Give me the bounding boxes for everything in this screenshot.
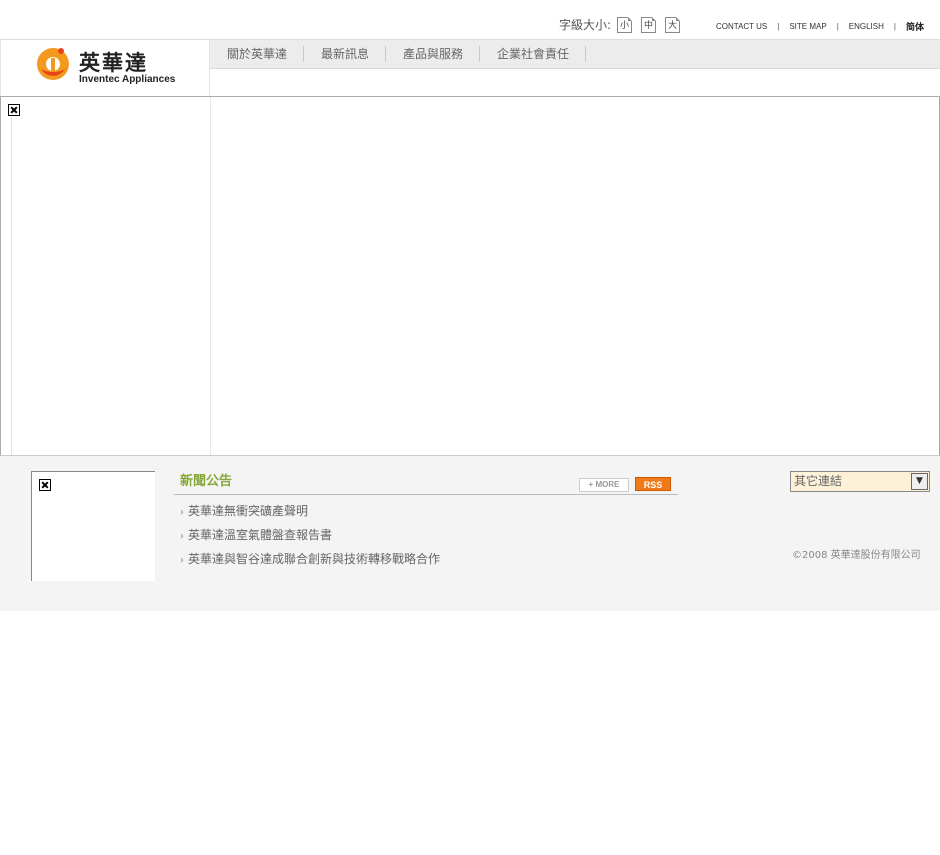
site-map-link[interactable]: SITE MAP — [789, 22, 826, 31]
other-links-select[interactable]: 其它連結 ▼ — [790, 471, 930, 492]
nav-item-about[interactable]: 關於英華達 — [210, 40, 305, 68]
chevron-right-icon: › — [180, 507, 184, 518]
font-size-control: 字級大小: 小 中 大 — [559, 16, 689, 34]
footer-image[interactable] — [31, 471, 155, 581]
top-utility-bar: 字級大小: 小 中 大 CONTACT US | SITE MAP | ENGL… — [0, 0, 940, 39]
nav-item-news[interactable]: 最新訊息 — [304, 40, 387, 68]
english-link[interactable]: ENGLISH — [849, 22, 884, 31]
logo[interactable]: 英華達 Inventec Appliances — [0, 40, 210, 96]
broken-image-icon — [8, 104, 20, 116]
font-size-medium-button[interactable]: 中 — [641, 17, 657, 33]
contact-us-link[interactable]: CONTACT US — [716, 22, 767, 31]
chevron-right-icon: › — [180, 531, 184, 542]
top-links: CONTACT US | SITE MAP | ENGLISH | 简体 — [716, 20, 924, 33]
broken-image-icon — [39, 479, 51, 491]
footer: 新聞公告 + MORE RSS › 英華達無衝突礦產聲明 › 英華達溫室氣體盤查報告… — [0, 456, 940, 611]
nav-item-csr[interactable]: 企業社會責任 — [480, 40, 587, 68]
separator: | — [893, 22, 896, 31]
logo-english-text: Inventec Appliances — [79, 74, 176, 85]
site-header: 英華達 Inventec Appliances 關於英華達 最新訊息 產品與服務… — [0, 39, 940, 96]
copyright-text: ©2008 英華達股份有限公司 — [792, 550, 921, 561]
font-size-label: 字級大小: — [559, 18, 612, 32]
news-item-text: 英華達無衝突礦產聲明 — [188, 504, 309, 518]
logo-mark-icon — [37, 48, 69, 80]
divider — [210, 97, 211, 455]
news-item-text: 英華達與智谷達成聯合創新與技術轉移戰略合作 — [188, 552, 441, 566]
list-item[interactable]: › 英華達無衝突礦產聲明 — [180, 499, 678, 523]
other-links-selected: 其它連結 — [794, 474, 843, 488]
logo-chinese-text: 英華達 — [79, 51, 148, 75]
separator: | — [836, 22, 839, 31]
separator: | — [777, 22, 780, 31]
more-button[interactable]: + MORE — [579, 478, 629, 492]
chevron-down-icon[interactable]: ▼ — [911, 473, 928, 490]
font-size-large-button[interactable]: 大 — [665, 17, 681, 33]
simplified-chinese-link[interactable]: 简体 — [906, 20, 924, 33]
rss-button[interactable]: RSS — [635, 477, 671, 491]
nav-item-products[interactable]: 產品與服務 — [386, 40, 481, 68]
news-section: 新聞公告 + MORE RSS › 英華達無衝突礦產聲明 › 英華達溫室氣體盤查報告… — [174, 472, 678, 571]
main-nav: 關於英華達 最新訊息 產品與服務 企業社會責任 — [210, 40, 940, 69]
list-item[interactable]: › 英華達溫室氣體盤查報告書 — [180, 523, 678, 547]
main-banner-area — [0, 96, 940, 456]
chevron-right-icon: › — [180, 555, 184, 566]
divider — [11, 117, 12, 455]
list-item[interactable]: › 英華達與智谷達成聯合創新與技術轉移戰略合作 — [180, 547, 678, 571]
news-list: › 英華達無衝突礦產聲明 › 英華達溫室氣體盤查報告書 › 英華達與智谷達成聯合創新與… — [174, 495, 678, 571]
news-item-text: 英華達溫室氣體盤查報告書 — [188, 528, 333, 542]
font-size-small-button[interactable]: 小 — [617, 17, 633, 33]
